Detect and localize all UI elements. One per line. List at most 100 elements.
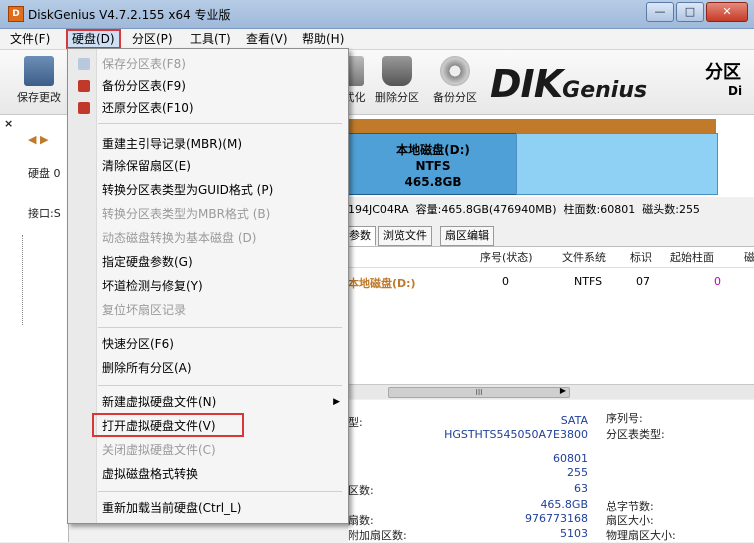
menu-item-label: 清除保留扇区(E) — [102, 159, 191, 173]
header-divider — [348, 267, 754, 268]
menu-item-label: 复位坏扇区记录 — [102, 303, 187, 317]
menu-help[interactable]: 帮助(H) — [298, 31, 348, 47]
detail-sectors-label: 区数: — [348, 484, 374, 497]
tab-sector-edit[interactable]: 扇区编辑 — [440, 226, 494, 246]
row-partition-name: 本地磁盘(D:) — [348, 277, 416, 290]
submenu-arrow-icon: ▶ — [333, 397, 340, 407]
menu-item-label: 删除所有分区(A) — [102, 361, 192, 375]
disk-capacity: 容量:465.8GB(476940MB) — [415, 203, 557, 216]
menu-separator — [98, 327, 342, 328]
menu-partition[interactable]: 分区(P) — [128, 31, 177, 47]
menu-item-label: 转换分区表类型为MBR格式 (B) — [102, 207, 271, 221]
menu-item-virtual-disk-convert[interactable]: 虚拟磁盘格式转换 — [68, 463, 348, 485]
menu-item-new-virtual-disk[interactable]: 新建虚拟硬盘文件(N) ▶ — [68, 391, 348, 413]
interface-label: 接口:S — [28, 207, 61, 220]
detail-type-label: 型: — [348, 416, 363, 429]
disk-menu-dropdown: 保存分区表(F8) 备份分区表(F9) 还原分区表(F10) 重建主引导记录(M… — [67, 48, 349, 524]
toolbar-right-sub: Di — [728, 84, 743, 98]
menu-item-label: 指定硬盘参数(G) — [102, 255, 193, 269]
backup-partition-icon — [440, 56, 470, 86]
menu-item-label: 动态磁盘转换为基本磁盘 (D) — [102, 231, 257, 245]
save-table-icon — [78, 58, 90, 70]
detail-heads-value: 255 — [567, 466, 588, 479]
menu-separator — [98, 385, 342, 386]
menu-item-dynamic-to-basic[interactable]: 动态磁盘转换为基本磁盘 (D) — [68, 227, 348, 249]
detail-sector-size-label: 扇区大小: — [606, 514, 654, 527]
toolbar-delete-partition-label: 删除分区 — [375, 91, 419, 104]
menu-item-delete-all-partitions[interactable]: 删除所有分区(A) — [68, 357, 348, 379]
menu-file[interactable]: 文件(F) — [6, 31, 54, 47]
panel-close-icon[interactable]: × — [4, 117, 13, 130]
detail-total-sectors-label: 扇数: — [348, 514, 374, 527]
detail-extra-value: 5103 — [560, 527, 588, 540]
menu-item-reset-bad-sectors[interactable]: 复位坏扇区记录 — [68, 299, 348, 321]
nav-arrows-icon[interactable]: ◀ ▶ — [28, 133, 48, 146]
menu-item-quick-partition[interactable]: 快速分区(F6) — [68, 333, 348, 355]
free-space-block[interactable] — [516, 133, 718, 195]
partition-block-d[interactable]: 本地磁盘(D:) NTFS 465.8GB — [348, 133, 518, 195]
row-index: 0 — [502, 275, 509, 288]
menu-bar: 文件(F) 硬盘(D) 分区(P) 工具(T) 查看(V) 帮助(H) — [0, 29, 754, 50]
detail-sectors-value: 63 — [574, 482, 588, 495]
logo-text-di: DI — [490, 62, 535, 106]
col-header-fs: 文件系统 — [562, 251, 606, 264]
highlight-box — [92, 413, 244, 437]
menu-tools[interactable]: 工具(T) — [186, 31, 235, 47]
menu-item-backup-partition-table[interactable]: 备份分区表(F9) — [68, 75, 348, 97]
menu-item-label: 快速分区(F6) — [102, 337, 174, 351]
menu-view[interactable]: 查看(V) — [242, 31, 292, 47]
horizontal-scrollbar[interactable]: III ▶ — [348, 384, 754, 399]
scroll-right-arrow-icon[interactable]: ▶ — [560, 386, 566, 395]
partition-block-size: 465.8GB — [404, 175, 462, 189]
detail-total-sectors-value: 976773168 — [525, 512, 588, 525]
title-bar: D DiskGenius V4.7.2.155 x64 专业版 — □ ✕ — [0, 0, 754, 29]
toolbar-backup-partition-label: 备份分区 — [433, 91, 477, 104]
menu-item-bad-sector-check[interactable]: 坏道检测与修复(Y) — [68, 275, 348, 297]
menu-separator — [98, 491, 342, 492]
tab-browse-files[interactable]: 浏览文件 — [378, 226, 432, 246]
detail-part-type-label: 分区表类型: — [606, 428, 665, 441]
minimize-button[interactable]: — — [646, 2, 674, 22]
window-controls: — □ ✕ — [644, 2, 748, 22]
row-id: 07 — [636, 275, 650, 288]
disk-map-header — [348, 119, 716, 133]
menu-item-reload-disk[interactable]: 重新加载当前硬盘(Ctrl_L) — [68, 497, 348, 519]
menu-separator — [98, 123, 342, 124]
detail-cyl-value: 60801 — [553, 452, 588, 465]
disk-tree-panel: × ◀ ▶ 硬盘 0 接口:S — [0, 115, 69, 542]
maximize-button[interactable]: □ — [676, 2, 704, 22]
menu-item-label: 还原分区表(F10) — [102, 101, 194, 115]
detail-model-value: HGSTHTS545050A7E3800 — [444, 428, 588, 441]
toolbar-backup-partition-button[interactable]: 备份分区 — [432, 54, 478, 105]
disk-details: 型: SATA 序列号: HGSTHTS545050A7E3800 分区表类型:… — [348, 400, 754, 542]
save-icon — [24, 56, 54, 86]
menu-item-close-virtual-disk[interactable]: 关闭虚拟硬盘文件(C) — [68, 439, 348, 461]
menu-item-convert-to-mbr[interactable]: 转换分区表类型为MBR格式 (B) — [68, 203, 348, 225]
partition-block-fs: NTFS — [415, 159, 451, 173]
toolbar-delete-partition-button[interactable]: 删除分区 — [374, 54, 420, 105]
menu-item-specify-disk-params[interactable]: 指定硬盘参数(G) — [68, 251, 348, 273]
menu-disk[interactable]: 硬盘(D) — [66, 29, 121, 49]
menu-item-clear-reserved-sectors[interactable]: 清除保留扇区(E) — [68, 155, 348, 177]
scroll-thumb[interactable]: III — [388, 387, 570, 398]
backup-table-icon — [78, 80, 90, 92]
detail-serial-label: 序列号: — [606, 412, 643, 425]
menu-item-rebuild-mbr[interactable]: 重建主引导记录(MBR)(M) — [68, 133, 348, 155]
toolbar-right-heading: 分区 — [705, 62, 741, 83]
menu-item-save-partition-table[interactable]: 保存分区表(F8) — [68, 53, 348, 75]
close-button[interactable]: ✕ — [706, 2, 748, 22]
toolbar-save-label: 保存更改 — [17, 91, 61, 104]
diskgenius-logo: DIKGenius — [490, 58, 690, 106]
menu-item-label: 保存分区表(F8) — [102, 57, 186, 71]
toolbar-save-button[interactable]: 保存更改 — [16, 54, 62, 105]
disk-info-line: 194JC04RA 容量:465.8GB(476940MB) 柱面数:60801… — [348, 199, 754, 221]
menu-item-restore-partition-table[interactable]: 还原分区表(F10) — [68, 97, 348, 119]
detail-type-value: SATA — [560, 414, 588, 427]
col-header-start-cyl: 起始柱面 — [670, 251, 714, 264]
disk-model: 194JC04RA — [348, 203, 409, 216]
menu-item-convert-to-guid[interactable]: 转换分区表类型为GUID格式 (P) — [68, 179, 348, 201]
logo-text-genius: Genius — [562, 78, 648, 103]
row-start-cyl: 0 — [714, 275, 721, 288]
partition-block-name: 本地磁盘(D:) — [396, 143, 470, 157]
disk-label: 硬盘 0 — [28, 167, 61, 180]
